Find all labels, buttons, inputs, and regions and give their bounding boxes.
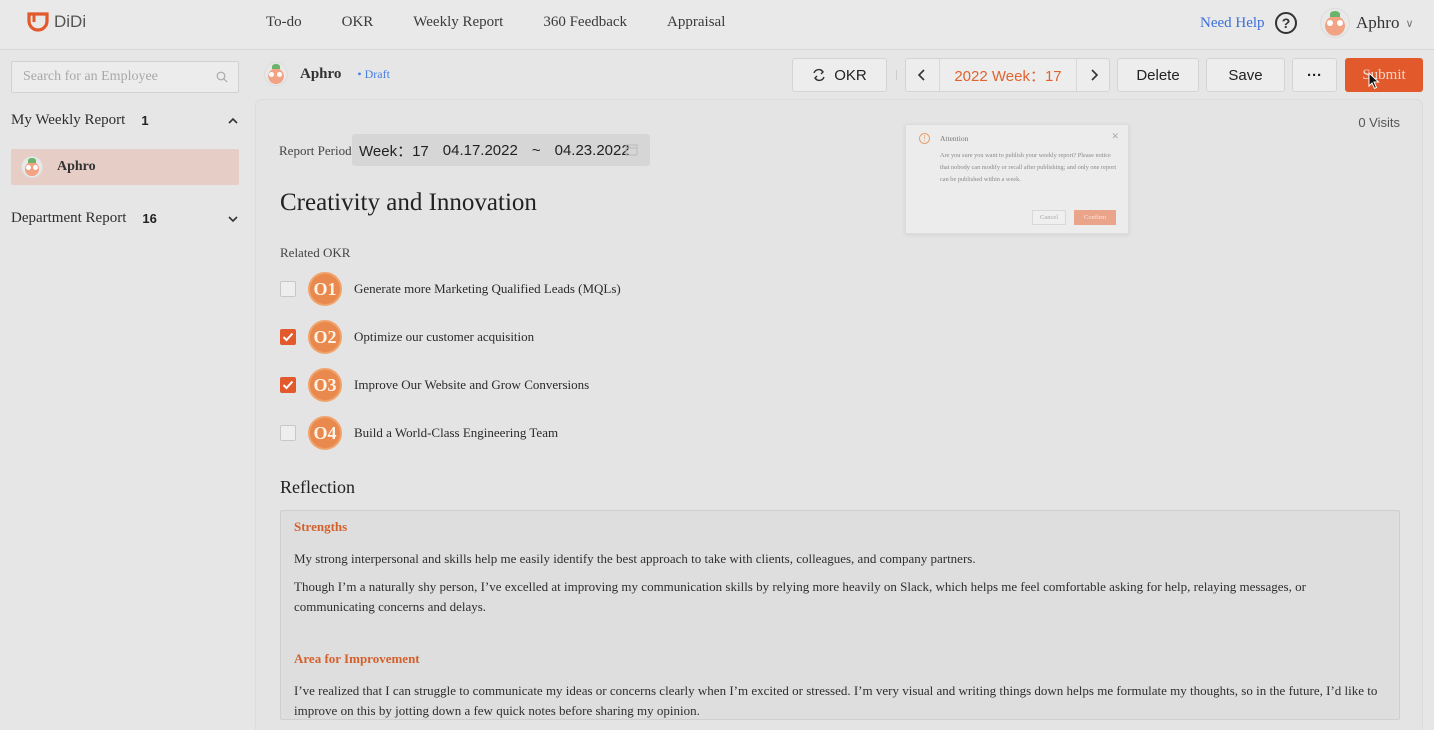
period-end-date: 04.23.2022 bbox=[554, 141, 630, 159]
avatar bbox=[1320, 8, 1350, 38]
check-icon bbox=[282, 380, 294, 390]
nav-item-weekly-report[interactable]: Weekly Report bbox=[413, 14, 503, 31]
delete-button[interactable]: Delete bbox=[1117, 58, 1199, 92]
chevron-down-icon: ∨ bbox=[1405, 17, 1414, 30]
report-owner-name: Aphro bbox=[300, 65, 342, 82]
avatar bbox=[21, 156, 43, 178]
sync-icon bbox=[813, 68, 825, 82]
question-icon[interactable]: ? bbox=[1275, 12, 1297, 34]
save-button[interactable]: Save bbox=[1206, 58, 1285, 92]
visit-count: 0 Visits bbox=[1358, 115, 1400, 130]
okr-item-label: Improve Our Website and Grow Conversions bbox=[354, 377, 590, 392]
period-start-date: 04.17.2022 bbox=[442, 141, 518, 159]
department-report-title: Department Report bbox=[11, 210, 127, 226]
okr-item-label: Optimize our customer acquisition bbox=[354, 329, 535, 344]
reflection-heading: Reflection bbox=[280, 477, 355, 497]
okr-button-label: OKR bbox=[834, 66, 867, 84]
okr-item-4[interactable]: O4 Build a World-Class Engineering Team bbox=[280, 416, 558, 450]
toolbar-divider bbox=[896, 70, 897, 80]
okr-badge: O2 bbox=[308, 320, 342, 354]
previous-week-button[interactable] bbox=[906, 59, 938, 91]
search-icon[interactable] bbox=[216, 71, 228, 83]
cancel-button[interactable]: Cancel bbox=[1032, 210, 1066, 225]
department-report-count: 16 bbox=[142, 211, 157, 226]
brand-name: DiDi bbox=[54, 12, 87, 31]
avatar bbox=[264, 62, 288, 86]
okr-item-1[interactable]: O1 Generate more Marketing Qualified Lea… bbox=[280, 272, 621, 306]
didi-logo-icon bbox=[27, 12, 49, 32]
strengths-paragraph: Though I’m a naturally shy person, I’ve … bbox=[294, 579, 1306, 614]
related-okr-label: Related OKR bbox=[280, 245, 351, 260]
my-weekly-report-count: 1 bbox=[141, 113, 149, 128]
calendar-icon bbox=[625, 144, 638, 156]
okr-item-label: Generate more Marketing Qualified Leads … bbox=[354, 281, 621, 296]
report-period-label: Report Period bbox=[279, 143, 352, 158]
okr-badge: O1 bbox=[308, 272, 342, 306]
status-badge: • Draft bbox=[357, 66, 390, 81]
okr-item-3[interactable]: O3 Improve Our Website and Grow Conversi… bbox=[280, 368, 589, 402]
sidebar-item-label: Aphro bbox=[57, 159, 96, 174]
week-selector: 2022 Week：17 bbox=[905, 58, 1110, 92]
main-nav: To-do OKR Weekly Report 360 Feedback App… bbox=[266, 14, 765, 31]
okr-checkbox[interactable] bbox=[280, 425, 296, 441]
next-week-button[interactable] bbox=[1078, 59, 1110, 91]
my-weekly-report-header[interactable]: My Weekly Report 1 bbox=[11, 112, 239, 129]
okr-item-2[interactable]: O2 Optimize our customer acquisition bbox=[280, 320, 534, 354]
okr-button[interactable]: OKR bbox=[792, 58, 887, 92]
improvement-heading: Area for Improvement bbox=[294, 651, 420, 666]
employee-search bbox=[11, 61, 239, 93]
submit-button[interactable]: Submit bbox=[1345, 58, 1423, 92]
chevron-left-icon bbox=[917, 69, 925, 81]
period-separator: ~ bbox=[531, 141, 541, 159]
submit-confirmation-dialog: ! Attention ✕ Are you sure you want to p… bbox=[905, 124, 1129, 234]
strengths-heading: Strengths bbox=[294, 519, 348, 534]
my-weekly-report-title: My Weekly Report bbox=[11, 112, 126, 128]
okr-checkbox[interactable] bbox=[280, 281, 296, 297]
search-input[interactable] bbox=[12, 62, 202, 92]
mouse-cursor-icon bbox=[1368, 72, 1380, 90]
okr-badge: O3 bbox=[308, 368, 342, 402]
okr-checkbox[interactable] bbox=[280, 377, 296, 393]
okr-item-label: Build a World-Class Engineering Team bbox=[354, 425, 559, 440]
sidebar: My Weekly Report 1 Aphro Department Repo… bbox=[0, 51, 254, 730]
reflection-editor[interactable]: Strengths My strong interpersonal and sk… bbox=[280, 510, 1400, 720]
okr-checkbox[interactable] bbox=[280, 329, 296, 345]
close-icon[interactable]: ✕ bbox=[1111, 131, 1119, 142]
warning-icon: ! bbox=[919, 133, 930, 144]
dialog-message: Are you sure you want to publish your we… bbox=[940, 152, 1117, 183]
sidebar-item-aphro[interactable]: Aphro bbox=[11, 149, 239, 185]
report-period-picker[interactable]: Week：17 04.17.2022 ~ 04.23.2022 bbox=[352, 134, 650, 166]
chevron-up-icon[interactable] bbox=[227, 115, 239, 127]
top-navigation-bar: DiDi To-do OKR Weekly Report 360 Feedbac… bbox=[0, 0, 1434, 50]
confirm-button[interactable]: Confirm bbox=[1074, 210, 1116, 225]
nav-item-okr[interactable]: OKR bbox=[342, 14, 374, 31]
check-icon bbox=[282, 332, 294, 342]
report-panel: 0 Visits Report Period Week：17 04.17.202… bbox=[255, 99, 1423, 730]
report-owner: Aphro • Draft bbox=[264, 62, 390, 86]
strengths-paragraph: My strong interpersonal and skills help … bbox=[294, 551, 976, 566]
need-help-link[interactable]: Need Help bbox=[1200, 15, 1265, 32]
didi-logo[interactable]: DiDi bbox=[26, 11, 86, 33]
current-week-label: 2022 Week：17 bbox=[939, 59, 1077, 91]
improvement-paragraph: I’ve realized that I can struggle to com… bbox=[294, 683, 1378, 718]
department-report-header[interactable]: Department Report 16 bbox=[11, 210, 239, 227]
nav-item-360-feedback[interactable]: 360 Feedback bbox=[543, 14, 627, 31]
chevron-right-icon bbox=[1091, 69, 1099, 81]
chevron-down-icon[interactable] bbox=[227, 213, 239, 225]
period-week: Week：17 bbox=[359, 142, 429, 160]
report-title: Creativity and Innovation bbox=[280, 189, 537, 216]
nav-item-appraisal[interactable]: Appraisal bbox=[667, 14, 725, 31]
nav-item-to-do[interactable]: To-do bbox=[266, 14, 302, 31]
dialog-title: Attention bbox=[940, 134, 969, 143]
user-name: Aphro bbox=[1356, 13, 1400, 32]
user-menu[interactable]: Aphro ∨ bbox=[1320, 8, 1414, 38]
okr-badge: O4 bbox=[308, 416, 342, 450]
more-options-button[interactable]: ··· bbox=[1292, 58, 1337, 92]
